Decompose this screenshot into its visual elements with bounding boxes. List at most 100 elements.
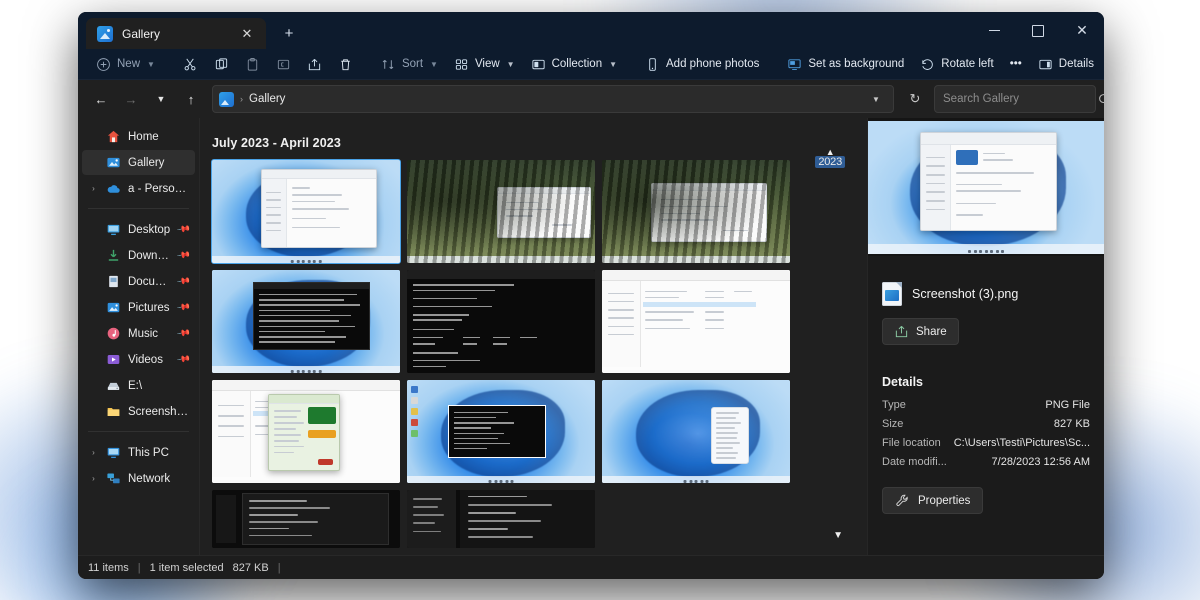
details-pane-button[interactable]: Details bbox=[1030, 51, 1102, 77]
rotate-left-button[interactable]: Rotate left bbox=[912, 51, 1001, 77]
thumbnail-4[interactable] bbox=[212, 270, 400, 373]
sidebar-label: Music bbox=[128, 328, 171, 340]
address-bar-row: ← → ▼ ↑ › Gallery ▼ ↻ bbox=[78, 80, 1104, 118]
date-group-header: July 2023 - April 2023 bbox=[200, 118, 867, 160]
forward-button[interactable]: → bbox=[116, 85, 146, 113]
png-file-icon bbox=[882, 282, 902, 306]
new-button[interactable]: New ▼ bbox=[88, 51, 163, 77]
network-icon bbox=[106, 471, 121, 486]
taskbar bbox=[212, 366, 400, 373]
copy-icon bbox=[214, 57, 229, 72]
year-scroll-marker[interactable]: ▲ 2023 bbox=[815, 148, 845, 168]
sidebar-item-pictures[interactable]: Pictures 📌 bbox=[82, 295, 195, 320]
file-explorer-window: Gallery ✕ + ✕ New ▼ bbox=[78, 12, 1104, 579]
downloads-icon bbox=[106, 248, 121, 263]
sidebar-item-gallery[interactable]: Gallery bbox=[82, 150, 195, 175]
address-bar[interactable]: › Gallery ▼ bbox=[212, 85, 894, 113]
add-phone-photos-button[interactable]: Add phone photos bbox=[637, 51, 767, 77]
thumbnail-7[interactable] bbox=[212, 380, 400, 483]
dialog-window bbox=[497, 187, 591, 239]
sidebar-lines bbox=[407, 490, 456, 548]
view-label: View bbox=[475, 58, 500, 70]
overflow-menu-button[interactable]: ••• bbox=[1002, 51, 1030, 77]
sidebar-item-documents[interactable]: Documents 📌 bbox=[82, 269, 195, 294]
taskbar-icons bbox=[489, 480, 514, 483]
share-button[interactable]: Share bbox=[882, 318, 959, 345]
sidebar-item-screenshots[interactable]: Screenshots bbox=[82, 399, 195, 424]
thumbnail-10[interactable] bbox=[212, 490, 400, 548]
videos-icon bbox=[106, 352, 121, 367]
share-button[interactable] bbox=[299, 51, 330, 77]
window-body: Home Gallery › a - Personal bbox=[78, 118, 1104, 555]
sidebar-item-drive-e[interactable]: E:\ bbox=[82, 373, 195, 398]
sidebar-item-a-personal[interactable]: › a - Personal bbox=[82, 176, 195, 201]
gallery-icon bbox=[219, 92, 234, 107]
maximize-button[interactable] bbox=[1016, 12, 1060, 49]
twisty-icon[interactable]: › bbox=[88, 474, 99, 483]
search-box[interactable] bbox=[934, 85, 1096, 113]
detail-value: C:\Users\Testi\Pictures\Sc... bbox=[954, 437, 1090, 449]
sidebar-label: Pictures bbox=[128, 302, 171, 314]
copy-button[interactable] bbox=[206, 51, 237, 77]
twisty-icon[interactable]: › bbox=[88, 448, 99, 457]
rotate-left-icon bbox=[920, 57, 935, 72]
details-pane: Screenshot (3).png Share Details Type PN… bbox=[867, 118, 1104, 555]
sidebar-item-network[interactable]: › Network bbox=[82, 466, 195, 491]
detail-value: 827 KB bbox=[1054, 418, 1090, 430]
sort-button[interactable]: Sort ▼ bbox=[373, 51, 446, 77]
sidebar-item-downloads[interactable]: Downloads 📌 bbox=[82, 243, 195, 268]
share-icon bbox=[894, 324, 909, 339]
sidebar-item-music[interactable]: Music 📌 bbox=[82, 321, 195, 346]
address-dropdown-icon[interactable]: ▼ bbox=[865, 88, 887, 110]
status-separator: | bbox=[138, 562, 141, 574]
detail-key: File location bbox=[882, 437, 941, 449]
rename-button[interactable] bbox=[268, 51, 299, 77]
sidebar-item-this-pc[interactable]: › This PC bbox=[82, 440, 195, 465]
new-tab-icon[interactable]: + bbox=[278, 22, 300, 44]
scroll-up-icon[interactable]: ▲ bbox=[815, 148, 845, 156]
sidebar-item-desktop[interactable]: Desktop 📌 bbox=[82, 217, 195, 242]
breadcrumb-gallery[interactable]: Gallery bbox=[249, 93, 285, 105]
preview-image bbox=[868, 118, 1104, 256]
address-bar-actions: ▼ bbox=[865, 88, 887, 110]
scroll-down-icon[interactable]: ▼ bbox=[833, 530, 843, 541]
thumbnail-2[interactable] bbox=[407, 160, 595, 263]
twisty-icon[interactable]: › bbox=[88, 184, 99, 193]
sidebar-item-videos[interactable]: Videos 📌 bbox=[82, 347, 195, 372]
thumbnail-11[interactable] bbox=[407, 490, 595, 548]
thumbnail-5[interactable] bbox=[407, 270, 595, 373]
minimize-button[interactable] bbox=[972, 12, 1016, 49]
refresh-icon[interactable]: ↻ bbox=[902, 86, 928, 112]
paste-button[interactable] bbox=[237, 51, 268, 77]
collection-icon bbox=[531, 57, 546, 72]
details-section-title: Details bbox=[868, 345, 1104, 399]
search-input[interactable] bbox=[943, 93, 1097, 105]
thumbnail-8[interactable] bbox=[407, 380, 595, 483]
view-button[interactable]: View ▼ bbox=[446, 51, 523, 77]
window-controls: ✕ bbox=[972, 12, 1104, 49]
recent-locations-button[interactable]: ▼ bbox=[146, 85, 176, 113]
thumbnail-image bbox=[212, 490, 400, 548]
cut-button[interactable] bbox=[175, 51, 206, 77]
window-content-lines bbox=[262, 170, 377, 246]
close-window-button[interactable]: ✕ bbox=[1060, 12, 1104, 49]
set-as-background-label: Set as background bbox=[808, 58, 904, 70]
taskbar bbox=[212, 256, 400, 263]
delete-button[interactable] bbox=[330, 51, 361, 77]
detail-row-type: Type PNG File bbox=[868, 399, 1104, 418]
thumbnail-image bbox=[407, 160, 595, 263]
up-button[interactable]: ↑ bbox=[176, 85, 206, 113]
search-icon bbox=[1097, 92, 1104, 107]
back-button[interactable]: ← bbox=[86, 85, 116, 113]
thumbnail-image bbox=[602, 160, 790, 263]
set-as-background-button[interactable]: Set as background bbox=[779, 51, 912, 77]
close-tab-icon[interactable]: ✕ bbox=[236, 23, 258, 45]
tab-gallery[interactable]: Gallery ✕ bbox=[86, 18, 266, 49]
thumbnail-9[interactable] bbox=[602, 380, 790, 483]
collection-button[interactable]: Collection ▼ bbox=[523, 51, 625, 77]
sidebar-item-home[interactable]: Home bbox=[82, 124, 195, 149]
thumbnail-3[interactable] bbox=[602, 160, 790, 263]
thumbnail-6[interactable] bbox=[602, 270, 790, 373]
properties-button[interactable]: Properties bbox=[882, 487, 983, 514]
thumbnail-1[interactable] bbox=[212, 160, 400, 263]
